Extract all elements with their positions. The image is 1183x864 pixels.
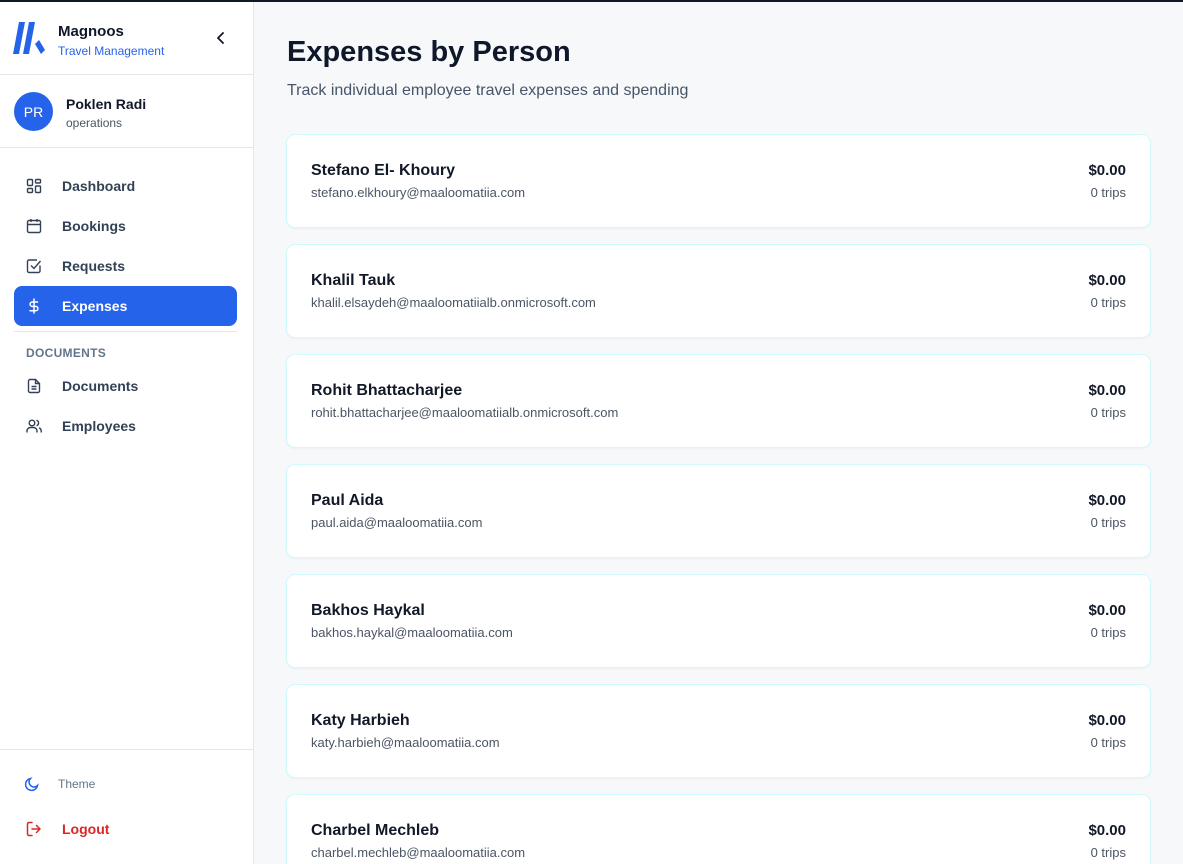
person-email: katy.harbieh@maaloomatiia.com: [311, 735, 500, 750]
person-card[interactable]: Paul Aida paul.aida@maaloomatiia.com $0.…: [286, 464, 1151, 558]
sidebar-item-label: Dashboard: [62, 178, 136, 194]
dollar-icon: [26, 298, 42, 314]
person-trips: 0 trips: [1090, 295, 1126, 310]
person-amount: $0.00: [1088, 602, 1126, 619]
person-amount: $0.00: [1088, 272, 1126, 289]
dashboard-icon: [26, 178, 42, 194]
person-email: rohit.bhattacharjee@maaloomatiialb.onmic…: [311, 405, 619, 420]
logout-label: Logout: [62, 821, 110, 837]
sidebar-item-label: Documents: [62, 378, 139, 394]
checkbox-icon: [26, 258, 42, 274]
person-card[interactable]: Bakhos Haykal bakhos.haykal@maaloomatiia…: [286, 574, 1151, 668]
person-card[interactable]: Charbel Mechleb charbel.mechleb@maalooma…: [286, 794, 1151, 864]
page-title: Expenses by Person: [287, 36, 571, 68]
sidebar-item-documents[interactable]: Documents: [14, 366, 237, 406]
sidebar-nav: Dashboard Bookings Requests Expenses DOC…: [14, 166, 237, 446]
theme-label: Theme: [58, 777, 96, 791]
person-trips: 0 trips: [1090, 845, 1126, 860]
theme-toggle[interactable]: Theme: [24, 776, 95, 792]
person-trips: 0 trips: [1090, 735, 1126, 750]
logout-icon: [26, 821, 42, 837]
sidebar-item-bookings[interactable]: Bookings: [14, 206, 237, 246]
sidebar-item-dashboard[interactable]: Dashboard: [14, 166, 237, 206]
person-name: Katy Harbieh: [311, 712, 410, 729]
person-email: charbel.mechleb@maaloomatiia.com: [311, 845, 526, 860]
person-amount: $0.00: [1088, 492, 1126, 509]
file-icon: [26, 378, 42, 394]
brand-subtitle: Travel Management: [58, 44, 165, 58]
sidebar-item-employees[interactable]: Employees: [14, 406, 237, 446]
person-amount: $0.00: [1088, 162, 1126, 179]
person-amount: $0.00: [1088, 712, 1126, 729]
collapse-sidebar-button[interactable]: [211, 28, 231, 48]
users-icon: [26, 418, 42, 434]
person-email: paul.aida@maaloomatiia.com: [311, 515, 483, 530]
person-card[interactable]: Khalil Tauk khalil.elsaydeh@maaloomatiia…: [286, 244, 1151, 338]
main-content: Expenses by Person Track individual empl…: [254, 2, 1183, 864]
avatar: PR: [14, 92, 53, 131]
logout-button[interactable]: Logout: [26, 821, 109, 837]
page-subtitle: Track individual employee travel expense…: [287, 82, 689, 99]
sidebar-item-label: Employees: [62, 418, 136, 434]
person-email: khalil.elsaydeh@maaloomatiialb.onmicroso…: [311, 295, 596, 310]
person-amount: $0.00: [1088, 382, 1126, 399]
person-card[interactable]: Stefano El- Khoury stefano.elkhoury@maal…: [286, 134, 1151, 228]
person-name: Rohit Bhattacharjee: [311, 382, 463, 399]
nav-divider: [14, 331, 237, 332]
person-email: stefano.elkhoury@maaloomatiia.com: [311, 185, 526, 200]
user-name: Poklen Radi: [66, 96, 147, 112]
brand-logo-icon: [13, 22, 45, 54]
person-name: Stefano El- Khoury: [311, 162, 456, 179]
person-amount: $0.00: [1088, 822, 1126, 839]
person-name: Bakhos Haykal: [311, 602, 425, 619]
sidebar-item-label: Bookings: [62, 218, 126, 234]
brand-name: Magnoos: [58, 23, 124, 40]
user-profile: PR Poklen Radi operations: [0, 75, 253, 148]
sidebar: Magnoos Travel Management PR Poklen Radi…: [0, 2, 254, 864]
sidebar-item-label: Expenses: [62, 298, 128, 314]
expenses-list: Stefano El- Khoury stefano.elkhoury@maal…: [286, 134, 1151, 864]
person-card[interactable]: Katy Harbieh katy.harbieh@maaloomatiia.c…: [286, 684, 1151, 778]
person-trips: 0 trips: [1090, 185, 1126, 200]
sidebar-item-requests[interactable]: Requests: [14, 246, 237, 286]
user-role: operations: [66, 116, 123, 130]
brand-header: Magnoos Travel Management: [0, 2, 253, 75]
sidebar-item-expenses[interactable]: Expenses: [14, 286, 237, 326]
person-name: Khalil Tauk: [311, 272, 396, 289]
sidebar-item-label: Requests: [62, 258, 126, 274]
person-trips: 0 trips: [1090, 625, 1126, 640]
person-trips: 0 trips: [1090, 515, 1126, 530]
person-name: Paul Aida: [311, 492, 384, 509]
sidebar-footer: Theme Logout: [0, 749, 253, 864]
section-label-documents: DOCUMENTS: [26, 346, 107, 360]
person-card[interactable]: Rohit Bhattacharjee rohit.bhattacharjee@…: [286, 354, 1151, 448]
person-email: bakhos.haykal@maaloomatiia.com: [311, 625, 513, 640]
chevron-left-icon: [217, 32, 224, 44]
calendar-icon: [26, 218, 42, 234]
moon-icon: [24, 776, 40, 792]
person-trips: 0 trips: [1090, 405, 1126, 420]
person-name: Charbel Mechleb: [311, 822, 440, 839]
